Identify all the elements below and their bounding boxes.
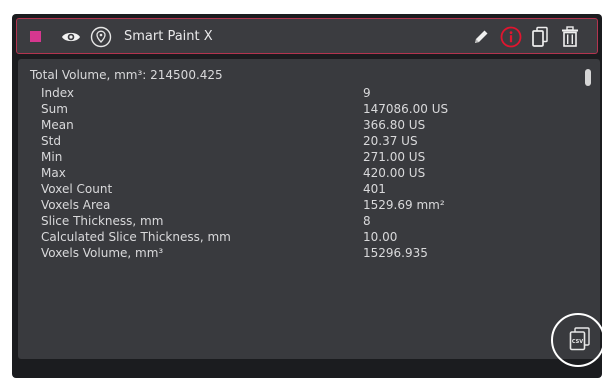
- stat-value: 420.00 US: [363, 166, 426, 180]
- stat-value: 147086.00 US: [363, 102, 449, 116]
- stat-label: Min: [41, 150, 63, 164]
- stats-row: Sum 147086.00 US: [41, 101, 561, 117]
- stats-row: Slice Thickness, mm 8: [41, 213, 561, 229]
- layer-header: Smart Paint X: [16, 18, 598, 54]
- stat-value: 1529.69 mm²: [363, 198, 445, 212]
- stat-value: 15296.935: [363, 246, 428, 260]
- stats-list: Index 9 Sum 147086.00 US Mean 366.80 US Std…: [41, 85, 561, 261]
- info-icon[interactable]: [499, 25, 523, 49]
- stats-row: Voxel Count 401: [41, 181, 561, 197]
- stat-value: 271.00 US: [363, 150, 426, 164]
- total-volume-label: Total Volume, mm³: 214500.425: [30, 68, 223, 82]
- stats-row: Min 271.00 US: [41, 149, 561, 165]
- stats-row: Voxels Area 1529.69 mm²: [41, 197, 561, 213]
- layer-color-swatch[interactable]: [30, 31, 41, 42]
- stat-label: Voxel Count: [41, 182, 113, 196]
- stats-row: Max 420.00 US: [41, 165, 561, 181]
- stats-panel: Total Volume, mm³: 214500.425 Index 9 Sum…: [18, 59, 600, 359]
- stats-row: Index 9: [41, 85, 561, 101]
- stat-label: Mean: [41, 118, 74, 132]
- pencil-icon[interactable]: [469, 25, 493, 49]
- copy-icon[interactable]: [528, 25, 552, 49]
- stat-label: Sum: [41, 102, 68, 116]
- stat-value: 20.37 US: [363, 134, 418, 148]
- eye-icon[interactable]: [59, 25, 83, 49]
- stat-value: 401: [363, 182, 386, 196]
- stats-row: Voxels Volume, mm³ 15296.935: [41, 245, 561, 261]
- stat-value: 9: [363, 86, 371, 100]
- csv-file-icon: CSV: [569, 327, 590, 351]
- location-pin-icon[interactable]: [89, 25, 113, 49]
- stat-label: Index: [41, 86, 75, 100]
- vertical-scrollbar[interactable]: [583, 67, 593, 347]
- stat-value: 8: [363, 214, 371, 228]
- stat-label: Slice Thickness, mm: [41, 214, 164, 228]
- stat-label: Max: [41, 166, 66, 180]
- stat-label: Std: [41, 134, 61, 148]
- trash-icon[interactable]: [558, 25, 582, 49]
- stats-row: Calculated Slice Thickness, mm 10.00: [41, 229, 561, 245]
- stat-label: Voxels Volume, mm³: [41, 246, 164, 260]
- stats-row: Mean 366.80 US: [41, 117, 561, 133]
- stat-label: Voxels Area: [41, 198, 111, 212]
- stats-row: Std 20.37 US: [41, 133, 561, 149]
- stat-label: Calculated Slice Thickness, mm: [41, 230, 231, 244]
- csv-export-button[interactable]: CSV: [569, 327, 591, 351]
- stat-value: 10.00: [363, 230, 398, 244]
- csv-badge-text: CSV: [572, 339, 583, 345]
- scrollbar-thumb[interactable]: [585, 69, 591, 86]
- stat-value: 366.80 US: [363, 118, 426, 132]
- layer-name[interactable]: Smart Paint X: [124, 28, 213, 45]
